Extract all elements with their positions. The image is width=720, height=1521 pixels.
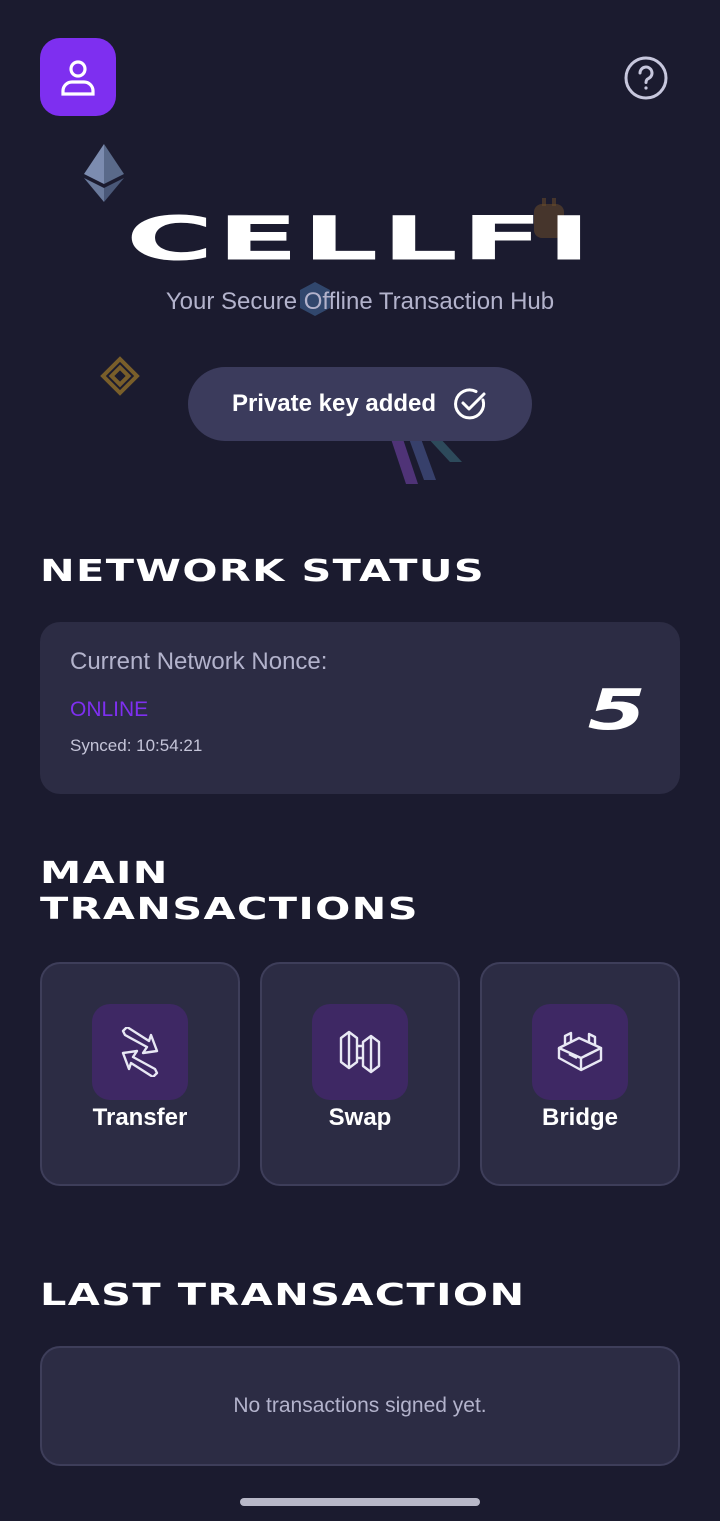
- swap-icon: [339, 1030, 381, 1074]
- bnb-icon: [100, 356, 140, 396]
- synced-time: Synced: 10:54:21: [70, 736, 203, 755]
- user-icon: [61, 60, 95, 96]
- transfer-icon-box: [92, 1004, 188, 1100]
- question-circle-icon: [624, 56, 668, 100]
- transfer-arrows-icon: [121, 1027, 159, 1077]
- nonce-value: 5: [587, 678, 646, 743]
- swap-icon-box: [312, 1004, 408, 1100]
- app-logo: CELLFI: [125, 203, 595, 275]
- last-transaction-card: No transactions signed yet.: [40, 1346, 680, 1466]
- home-indicator[interactable]: [240, 1498, 480, 1506]
- private-key-status-label: Private key added: [231, 390, 437, 417]
- ethereum-icon: [84, 144, 124, 202]
- bridge-icon-box: [532, 1004, 628, 1100]
- app-tagline: Your Secure Offline Transaction Hub: [165, 288, 555, 315]
- bridge-label: Bridge: [541, 1104, 618, 1131]
- transfer-label: Transfer: [92, 1104, 188, 1131]
- network-status-card: Current Network Nonce: ONLINE Synced: 10…: [40, 622, 680, 794]
- main-transactions-heading: MAIN TRANSACTIONS: [40, 856, 419, 927]
- solana-stripes-icon: [390, 436, 462, 484]
- bridge-button[interactable]: Bridge: [480, 962, 680, 1186]
- network-status-badge: ONLINE: [70, 698, 149, 721]
- swap-label: Swap: [328, 1104, 392, 1131]
- nonce-label: Current Network Nonce:: [70, 648, 328, 675]
- network-status-heading: NETWORK STATUS: [40, 554, 486, 589]
- last-transaction-heading: LAST TRANSACTION: [40, 1278, 526, 1313]
- transfer-button[interactable]: Transfer: [40, 962, 240, 1186]
- empty-state-text: No transactions signed yet.: [233, 1394, 487, 1417]
- bridge-icon: [557, 1031, 603, 1072]
- help-button[interactable]: [622, 54, 670, 102]
- profile-button[interactable]: [40, 38, 116, 116]
- check-circle-icon: [454, 388, 486, 420]
- private-key-status[interactable]: Private key added: [188, 367, 532, 441]
- swap-button[interactable]: Swap: [260, 962, 460, 1186]
